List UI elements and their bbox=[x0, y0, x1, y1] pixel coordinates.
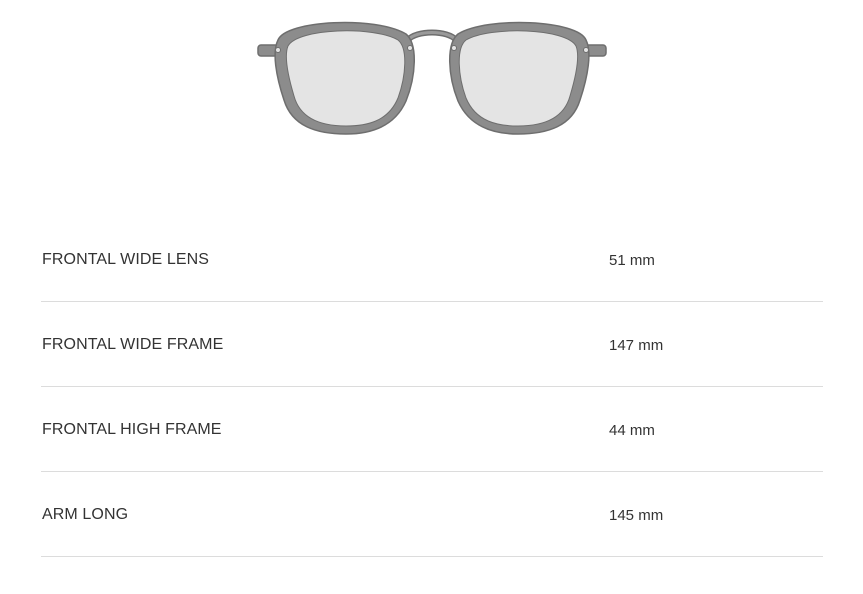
eyeglasses-icon bbox=[256, 16, 608, 138]
specs-table: FRONTAL WIDE LENS 51 mm FRONTAL WIDE FRA… bbox=[41, 217, 823, 557]
spec-label: ARM LONG bbox=[42, 506, 129, 523]
spec-row-frontal-wide-lens: FRONTAL WIDE LENS 51 mm bbox=[41, 217, 823, 302]
spec-value: 44 mm bbox=[609, 422, 655, 439]
spec-row-frontal-wide-frame: FRONTAL WIDE FRAME 147 mm bbox=[41, 302, 823, 387]
spec-value: 147 mm bbox=[609, 337, 664, 354]
spec-label: FRONTAL WIDE FRAME bbox=[42, 336, 224, 353]
spec-row-frontal-high-frame: FRONTAL HIGH FRAME 44 mm bbox=[41, 387, 823, 472]
spec-value: 51 mm bbox=[609, 252, 655, 269]
spec-label: FRONTAL HIGH FRAME bbox=[42, 421, 222, 438]
spec-value: 145 mm bbox=[609, 507, 664, 524]
spec-row-arm-long: ARM LONG 145 mm bbox=[41, 472, 823, 557]
spec-label: FRONTAL WIDE LENS bbox=[42, 251, 210, 268]
